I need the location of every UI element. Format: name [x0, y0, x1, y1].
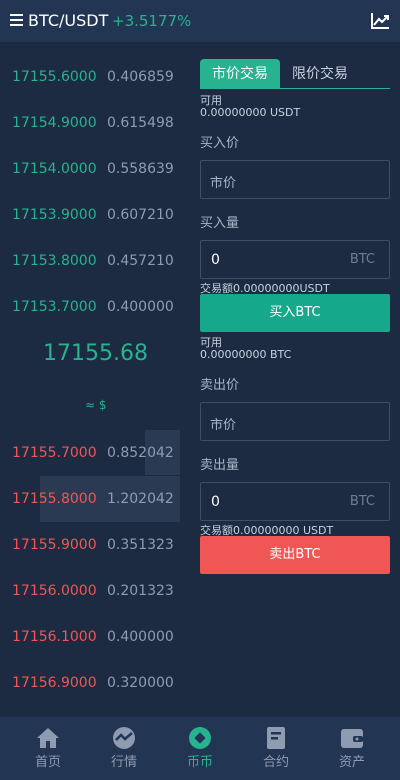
row-price: 17155.9000: [12, 537, 97, 553]
row-qty: 0.201323: [107, 583, 174, 599]
tabbar-item-coin[interactable]: 币币: [162, 717, 238, 780]
home-icon: [37, 728, 59, 748]
tabbar-item-market[interactable]: 行情: [86, 717, 162, 780]
tabbar-item-assets[interactable]: 资产: [314, 717, 390, 780]
row-qty: 0.320000: [107, 675, 174, 691]
sell-price-placeholder: 市价: [210, 418, 237, 433]
tab-limit-order[interactable]: 限价交易: [280, 59, 360, 89]
fiat-approx: ≈ $: [85, 398, 107, 412]
tabbar-item-home[interactable]: 首页: [10, 717, 86, 780]
row-qty: 0.607210: [107, 207, 174, 223]
row-qty: 0.406859: [107, 69, 174, 85]
row-price: 17155.7000: [12, 445, 97, 461]
contract-icon: [267, 727, 285, 749]
tabbar-label: 币币: [186, 755, 213, 770]
tabbar-item-contract[interactable]: 合约: [238, 717, 314, 780]
trading-pair[interactable]: BTC/USDT: [28, 11, 108, 30]
row-qty: 1.202042: [107, 491, 174, 507]
wallet-icon: [341, 729, 363, 748]
tabbar-label: 首页: [34, 755, 61, 770]
sell-amount-value: 0: [211, 494, 220, 510]
sell-available-value: 0.00000000 BTC: [200, 348, 292, 361]
sell-price-input[interactable]: 市价: [200, 402, 390, 441]
sell-amount-label: 卖出量: [200, 458, 240, 473]
sell-amount-input[interactable]: 0 BTC: [200, 482, 390, 521]
row-price: 17154.0000: [12, 161, 97, 177]
row-qty: 0.558639: [107, 161, 174, 177]
sell-price-label: 卖出价: [200, 378, 240, 393]
row-qty: 0.400000: [107, 299, 174, 315]
buy-button[interactable]: 买入BTC: [200, 294, 390, 332]
row-price: 17156.9000: [12, 675, 97, 691]
buy-amount-input[interactable]: 0 BTC: [200, 240, 390, 279]
bottom-tabbar: 首页 行情 币币 合约 资产: [0, 717, 400, 780]
buy-price-input[interactable]: 市价: [200, 160, 390, 199]
row-price: 17153.7000: [12, 299, 97, 315]
sell-button[interactable]: 卖出BTC: [200, 536, 390, 574]
row-price: 17156.0000: [12, 583, 97, 599]
row-qty: 0.400000: [107, 629, 174, 645]
row-qty: 0.351323: [107, 537, 174, 553]
row-price: 17155.8000: [12, 491, 97, 507]
row-qty: 0.852042: [107, 445, 174, 461]
buy-price-placeholder: 市价: [210, 176, 237, 191]
tabbar-label: 资产: [338, 755, 365, 770]
trade-tabs: 市价交易 限价交易: [200, 59, 390, 89]
buy-amount-label: 买入量: [200, 216, 240, 231]
buy-available-value: 0.00000000 USDT: [200, 106, 301, 119]
buy-amount-value: 0: [211, 252, 220, 268]
market-icon: [113, 727, 135, 749]
menu-icon[interactable]: [10, 14, 23, 26]
tab-market-order[interactable]: 市价交易: [200, 59, 280, 89]
row-price: 17154.9000: [12, 115, 97, 131]
row-price: 17155.6000: [12, 69, 97, 85]
last-price: 17155.68: [43, 341, 148, 366]
buy-price-label: 买入价: [200, 136, 240, 151]
tabbar-label: 行情: [110, 755, 137, 770]
row-qty: 0.615498: [107, 115, 174, 131]
top-bar: BTC/USDT +3.5177%: [0, 0, 400, 42]
row-price: 17153.8000: [12, 253, 97, 269]
row-price: 17153.9000: [12, 207, 97, 223]
sell-amount-unit: BTC: [349, 494, 375, 509]
row-price: 17156.1000: [12, 629, 97, 645]
tabbar-label: 合约: [262, 755, 289, 770]
row-qty: 0.457210: [107, 253, 174, 269]
price-change: +3.5177%: [112, 12, 192, 30]
buy-amount-unit: BTC: [349, 252, 375, 267]
coin-icon: [189, 727, 211, 749]
line-chart-icon[interactable]: [370, 12, 390, 30]
